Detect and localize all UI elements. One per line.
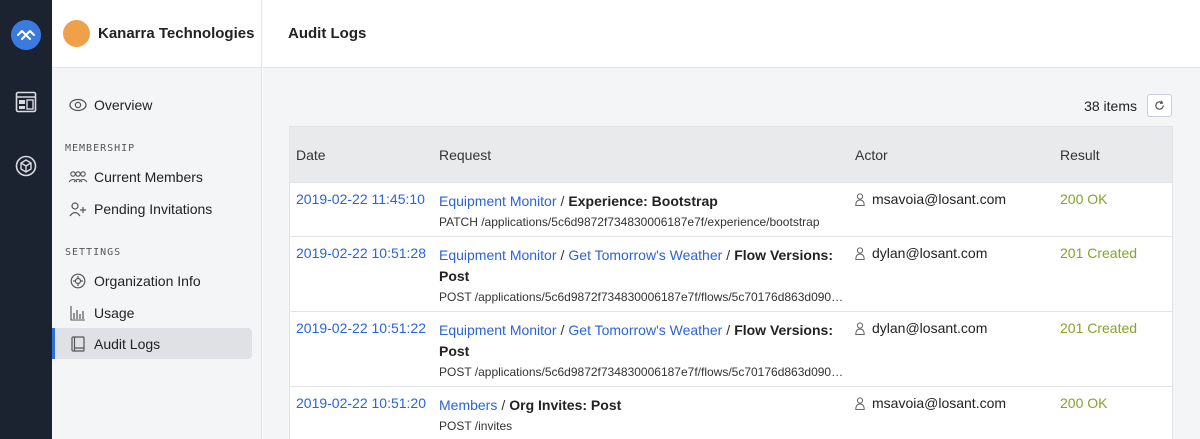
request-separator: / [726, 322, 731, 338]
user-icon [855, 192, 865, 206]
request-path: PATCH /applications/5c6d9872f73483000618… [439, 215, 820, 229]
request-separator: / [560, 247, 565, 263]
request-resource-link[interactable]: Equipment Monitor [439, 193, 557, 209]
actor-email: msavoia@losant.com [872, 395, 1007, 411]
log-result: 201 Created [1060, 245, 1138, 261]
org-name: Kanarra Technologies [98, 25, 255, 42]
request-path: POST /applications/5c6d9872f734830006187… [439, 365, 844, 379]
sidebar-item-usage[interactable]: Usage [52, 297, 252, 328]
sidebar-item-label: Usage [94, 304, 135, 321]
actor-email: dylan@losant.com [872, 245, 988, 261]
sidebar-item-label: Organization Info [94, 272, 201, 289]
actor-email: dylan@losant.com [872, 320, 988, 336]
sidebar-item-pending-invitations[interactable]: Pending Invitations [52, 193, 252, 224]
item-count: 38 items [1084, 97, 1137, 114]
sidebar-item-overview[interactable]: Overview [52, 89, 252, 120]
user-icon [855, 321, 865, 335]
log-result: 200 OK [1060, 395, 1108, 411]
log-actor: dylan@losant.com [855, 245, 987, 261]
request-resource-link[interactable]: Get Tomorrow's Weather [568, 322, 722, 338]
org-sidebar: Kanarra Technologies Overview MEMBERSHIP… [52, 0, 262, 439]
request-separator: / [560, 193, 565, 209]
log-actor: msavoia@losant.com [855, 395, 1006, 411]
table-row[interactable]: 2019-02-22 10:51:28 Equipment Monitor / Ge… [290, 236, 1172, 311]
app-rail [0, 0, 52, 439]
log-request: Members / Org Invites: Post POST /invites [439, 395, 849, 435]
dashboard-icon[interactable] [14, 90, 38, 114]
sidebar-item-audit-logs[interactable]: Audit Logs [52, 328, 252, 359]
request-path: POST /applications/5c6d9872f734830006187… [439, 290, 844, 304]
section-label-settings: SETTINGS [65, 247, 122, 258]
log-date[interactable]: 2019-02-22 10:51:22 [296, 320, 426, 336]
page-title: Audit Logs [288, 25, 367, 42]
actor-email: msavoia@losant.com [872, 191, 1007, 207]
table-row[interactable]: 2019-02-22 11:45:10 Equipment Monitor / Ex… [290, 182, 1172, 236]
request-separator: / [726, 247, 731, 263]
request-action: Org Invites: Post [509, 397, 622, 413]
add-user-icon [68, 200, 88, 218]
request-path: POST /invites [439, 419, 513, 433]
request-action: Experience: Bootstrap [568, 193, 718, 209]
org-switcher[interactable]: Kanarra Technologies [52, 0, 261, 68]
request-resource-link[interactable]: Members [439, 397, 497, 413]
sidebar-item-label: Current Members [94, 168, 203, 185]
page-header: Audit Logs [263, 0, 1200, 68]
eye-icon [68, 96, 88, 114]
column-header-result[interactable]: Result [1060, 147, 1100, 163]
column-header-request[interactable]: Request [439, 147, 849, 163]
table-row[interactable]: 2019-02-22 10:51:20 Members / Org Invites:… [290, 386, 1172, 439]
log-request: Equipment Monitor / Get Tomorrow's Weather… [439, 245, 849, 306]
log-date[interactable]: 2019-02-22 11:45:10 [296, 191, 425, 207]
table-row[interactable]: 2019-02-22 10:51:22 Equipment Monitor / Ge… [290, 311, 1172, 386]
log-result: 200 OK [1060, 191, 1108, 207]
audit-log-table: Date Request Actor Result 2019-02-22 11:… [289, 126, 1173, 439]
list-toolbar: 38 items [1084, 94, 1172, 117]
log-request: Equipment Monitor / Experience: Bootstrap … [439, 191, 849, 231]
main-content: Audit Logs 38 items Date Request Actor R… [263, 0, 1200, 439]
log-date[interactable]: 2019-02-22 10:51:28 [296, 245, 426, 261]
log-date[interactable]: 2019-02-22 10:51:20 [296, 395, 426, 411]
sidebar-item-organization-info[interactable]: Organization Info [52, 265, 252, 296]
request-separator: / [560, 322, 565, 338]
sidebar-item-label: Pending Invitations [94, 200, 213, 217]
sidebar-item-label: Audit Logs [94, 335, 161, 352]
request-resource-link[interactable]: Equipment Monitor [439, 322, 557, 338]
log-actor: msavoia@losant.com [855, 191, 1006, 207]
group-icon [68, 168, 88, 186]
sidebar-item-current-members[interactable]: Current Members [52, 161, 252, 192]
user-icon [855, 396, 865, 410]
org-avatar [63, 20, 90, 47]
bar-chart-icon [68, 304, 88, 322]
refresh-icon [1154, 98, 1165, 114]
cube-icon[interactable] [14, 154, 38, 178]
request-resource-link[interactable]: Equipment Monitor [439, 247, 557, 263]
log-actor: dylan@losant.com [855, 320, 987, 336]
sidebar-item-label: Overview [94, 96, 153, 113]
losant-logo-icon[interactable] [11, 20, 41, 50]
table-header: Date Request Actor Result [290, 127, 1172, 182]
request-separator: / [501, 397, 506, 413]
user-icon [855, 246, 865, 260]
request-resource-link[interactable]: Get Tomorrow's Weather [568, 247, 722, 263]
book-icon [68, 335, 88, 353]
refresh-button[interactable] [1147, 94, 1172, 117]
log-request: Equipment Monitor / Get Tomorrow's Weather… [439, 320, 849, 381]
column-header-date[interactable]: Date [296, 147, 326, 163]
log-result: 201 Created [1060, 320, 1138, 336]
gear-icon [68, 272, 88, 290]
section-label-membership: MEMBERSHIP [65, 143, 136, 154]
column-header-actor[interactable]: Actor [855, 147, 888, 163]
